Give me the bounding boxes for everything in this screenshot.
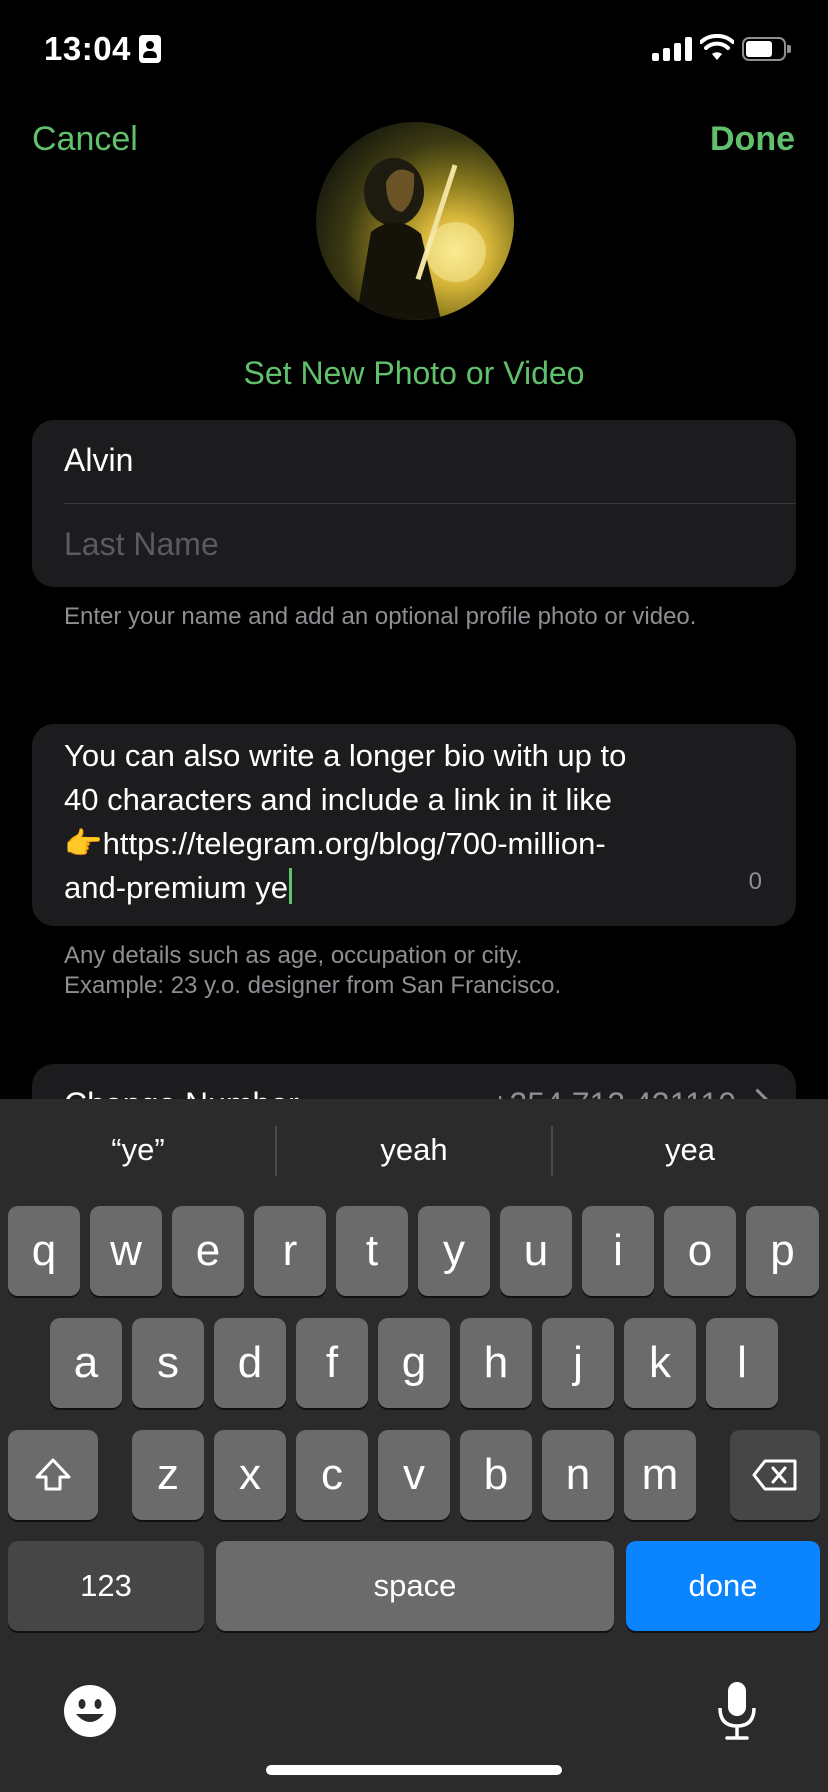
text-caret [288, 868, 292, 904]
set-new-photo-button[interactable]: Set New Photo or Video [0, 355, 828, 392]
suggestion-2[interactable]: yeah [276, 1100, 552, 1200]
battery-icon [742, 37, 792, 61]
key-y[interactable]: y [418, 1206, 490, 1296]
shift-icon [35, 1458, 71, 1491]
bio-char-counter: 0 [748, 868, 762, 895]
key-p[interactable]: p [746, 1206, 819, 1296]
cellular-signal-icon [652, 37, 694, 61]
key-x[interactable]: x [214, 1430, 286, 1520]
suggestion-3[interactable]: yea [552, 1100, 828, 1200]
key-v[interactable]: v [378, 1430, 450, 1520]
suggestion-1[interactable]: “ye” [0, 1100, 276, 1200]
avatar-image-icon [356, 158, 486, 320]
key-a[interactable]: a [50, 1318, 122, 1408]
bio-field[interactable]: You can also write a longer bio with up … [64, 734, 704, 910]
key-d[interactable]: d [214, 1318, 286, 1408]
microphone-icon[interactable] [714, 1680, 760, 1742]
key-r[interactable]: r [254, 1206, 326, 1296]
key-h[interactable]: h [460, 1318, 532, 1408]
key-n[interactable]: n [542, 1430, 614, 1520]
backspace-key[interactable] [730, 1430, 820, 1520]
key-g[interactable]: g [378, 1318, 450, 1408]
divider [64, 503, 796, 504]
bio-text: You can also write a longer bio with up … [64, 738, 627, 905]
bio-card[interactable]: You can also write a longer bio with up … [32, 724, 796, 926]
key-m[interactable]: m [624, 1430, 696, 1520]
key-b[interactable]: b [460, 1430, 532, 1520]
key-s[interactable]: s [132, 1318, 204, 1408]
key-z[interactable]: z [132, 1430, 204, 1520]
key-c[interactable]: c [296, 1430, 368, 1520]
cancel-button[interactable]: Cancel [32, 120, 138, 159]
key-e[interactable]: e [172, 1206, 244, 1296]
key-j[interactable]: j [542, 1318, 614, 1408]
key-t[interactable]: t [336, 1206, 408, 1296]
contact-card-icon [139, 35, 161, 63]
numbers-key[interactable]: 123 [8, 1541, 204, 1631]
key-f[interactable]: f [296, 1318, 368, 1408]
key-u[interactable]: u [500, 1206, 572, 1296]
done-key[interactable]: done [626, 1541, 820, 1631]
shift-key[interactable] [8, 1430, 98, 1520]
key-i[interactable]: i [582, 1206, 654, 1296]
done-button[interactable]: Done [710, 120, 795, 159]
backspace-icon [752, 1459, 797, 1491]
name-card: Alvin Last Name [32, 420, 796, 587]
status-time: 13:04 [44, 30, 131, 67]
key-w[interactable]: w [90, 1206, 162, 1296]
home-indicator [266, 1765, 562, 1775]
bio-hint: Any details such as age, occupation or c… [64, 942, 562, 999]
key-l[interactable]: l [706, 1318, 778, 1408]
emoji-icon[interactable] [63, 1684, 117, 1738]
name-hint: Enter your name and add an optional prof… [64, 603, 697, 630]
last-name-field[interactable]: Last Name [64, 526, 796, 563]
key-q[interactable]: q [8, 1206, 80, 1296]
wifi-icon [700, 34, 734, 60]
key-k[interactable]: k [624, 1318, 696, 1408]
key-o[interactable]: o [664, 1206, 736, 1296]
space-key[interactable]: space [216, 1541, 614, 1631]
first-name-field[interactable]: Alvin [64, 442, 796, 479]
profile-avatar[interactable] [316, 122, 514, 320]
